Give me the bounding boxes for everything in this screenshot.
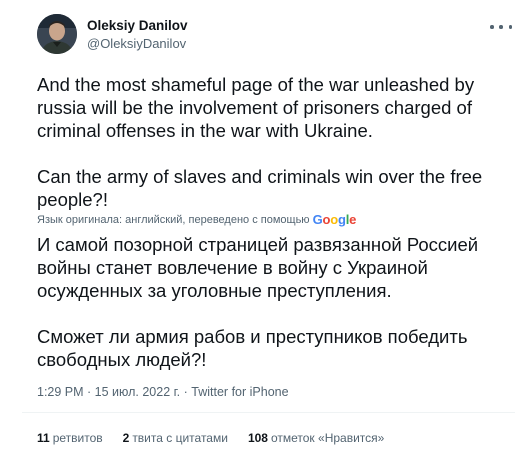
- tweet-timestamp[interactable]: 1:29 PM · 15 июл. 2022 г.: [37, 385, 180, 399]
- google-logo-letter: e: [349, 212, 357, 227]
- author-handle[interactable]: @OleksiyDanilov: [87, 36, 186, 51]
- more-dot: [499, 25, 503, 29]
- avatar-photo-icon: [37, 14, 77, 54]
- more-dot: [490, 25, 494, 29]
- google-logo-icon[interactable]: Google: [313, 212, 357, 227]
- translation-note-label: Язык оригинала: английский, переведено с…: [37, 213, 310, 226]
- tweet-stats: 11 ретвитов 2 твита с цитатами 108 отметок …: [37, 431, 404, 445]
- translation-note: Язык оригинала: английский, переведено с…: [37, 212, 356, 227]
- quotes-label: твита с цитатами: [132, 431, 228, 445]
- tweet-source[interactable]: Twitter for iPhone: [191, 385, 288, 399]
- likes-count: 108: [247, 431, 268, 445]
- tweet-text-original: And the most shameful page of the war un…: [37, 74, 483, 210]
- divider: [22, 412, 515, 413]
- likes-label: отметок «Нравится»: [270, 431, 385, 445]
- retweets-label: ретвитов: [52, 431, 103, 445]
- tweet-text-translated: И самой позорной страницей развязанной Р…: [37, 234, 479, 370]
- likes-stat[interactable]: 108 отметок «Нравится»: [248, 431, 384, 445]
- author-name[interactable]: Oleksiy Danilov: [87, 18, 188, 33]
- tweet-card: Oleksiy Danilov @OleksiyDanilov And the …: [0, 0, 525, 465]
- author-avatar[interactable]: [37, 14, 77, 54]
- google-logo-letter: g: [337, 212, 346, 227]
- tweet-meta: 1:29 PM · 15 июл. 2022 г. · Twitter for …: [37, 385, 289, 399]
- retweets-count: 11: [37, 431, 50, 445]
- quotes-count: 2: [122, 431, 130, 445]
- google-logo-letter: o: [330, 212, 338, 227]
- more-dot: [508, 25, 512, 29]
- retweets-stat[interactable]: 11 ретвитов: [37, 431, 103, 445]
- more-options-icon[interactable]: [490, 20, 512, 34]
- google-logo-letter: G: [312, 212, 323, 227]
- quotes-stat[interactable]: 2 твита с цитатами: [123, 431, 228, 445]
